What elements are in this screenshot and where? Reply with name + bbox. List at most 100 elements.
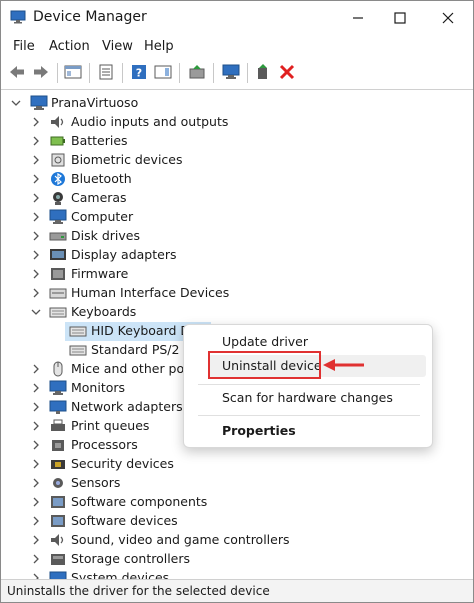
mouse-icon <box>53 361 63 377</box>
tree-item-label: Network adapters <box>71 399 183 414</box>
tree-category-item[interactable]: Bluetooth <box>1 170 473 189</box>
help-toolbar-button[interactable]: ? <box>129 62 149 82</box>
chevron-right-icon[interactable] <box>31 383 41 393</box>
chevron-right-icon[interactable] <box>31 516 41 526</box>
update-driver-icon <box>189 65 205 79</box>
menu-file[interactable]: File <box>13 39 35 54</box>
tree-category-item[interactable]: Batteries <box>1 132 473 151</box>
tree-category-item[interactable]: Computer <box>1 208 473 227</box>
minimize-button[interactable] <box>335 1 381 35</box>
chevron-right-icon[interactable] <box>31 174 41 184</box>
tree-item-label: Bluetooth <box>71 171 132 186</box>
uninstall-device-toolbar-button[interactable] <box>277 62 297 82</box>
menu-help[interactable]: Help <box>144 39 174 54</box>
tree-category-item[interactable]: Firmware <box>1 265 473 284</box>
tree-category-item[interactable]: Sound, video and game controllers <box>1 531 473 550</box>
scan-hardware-toolbar-button[interactable] <box>221 62 241 82</box>
action-pane-button[interactable] <box>153 62 173 82</box>
tree-category-item[interactable]: Security devices <box>1 455 473 474</box>
tree-item-label: Sensors <box>71 475 121 490</box>
tree-item-label: Security devices <box>71 456 174 471</box>
close-icon <box>442 12 454 24</box>
context-menu-update-driver[interactable]: Update driver <box>222 334 308 349</box>
chevron-down-icon[interactable] <box>11 98 21 108</box>
chevron-right-icon[interactable] <box>31 554 41 564</box>
console-tree-icon <box>64 65 82 79</box>
tree-category-item[interactable]: Keyboards <box>1 303 473 322</box>
monitor-icon <box>49 380 67 395</box>
close-button[interactable] <box>425 1 471 35</box>
chevron-right-icon[interactable] <box>31 459 41 469</box>
security-icon <box>51 460 65 469</box>
chevron-right-icon[interactable] <box>31 440 41 450</box>
tree-category-item[interactable]: Audio inputs and outputs <box>1 113 473 132</box>
minimize-icon <box>353 17 363 19</box>
properties-toolbar-button[interactable] <box>96 62 116 82</box>
sensor-icon <box>53 478 63 488</box>
tree-item-label: Print queues <box>71 418 150 433</box>
keyboard-icon <box>69 326 87 337</box>
monitor-icon <box>49 209 67 224</box>
chevron-right-icon[interactable] <box>31 193 41 203</box>
firmware-icon <box>51 268 65 280</box>
chevron-right-icon[interactable] <box>31 288 41 298</box>
tree-category-item[interactable]: Human Interface Devices <box>1 284 473 303</box>
chevron-right-icon[interactable] <box>31 421 41 431</box>
chevron-right-icon[interactable] <box>31 231 41 241</box>
enable-device-toolbar-button[interactable] <box>253 62 273 82</box>
chevron-right-icon[interactable] <box>31 535 41 545</box>
processor-icon <box>52 440 64 451</box>
display-adapter-icon <box>50 249 66 260</box>
tree-category-item[interactable]: Display adapters <box>1 246 473 265</box>
tree-item-label: Computer <box>71 209 134 224</box>
tree-category-item[interactable]: Software devices <box>1 512 473 531</box>
chevron-right-icon[interactable] <box>31 269 41 279</box>
storage-icon <box>51 554 65 565</box>
chevron-right-icon[interactable] <box>31 155 41 165</box>
speaker-icon <box>51 116 64 128</box>
tree-category-item[interactable]: Biometric devices <box>1 151 473 170</box>
tree-item-label: Batteries <box>71 133 128 148</box>
context-menu-separator <box>198 384 420 385</box>
tree-category-item[interactable]: Software components <box>1 493 473 512</box>
update-driver-toolbar-button[interactable] <box>187 62 207 82</box>
title-bar: Device Manager <box>1 1 473 35</box>
arrow-right-icon <box>34 66 48 78</box>
fingerprint-icon <box>51 153 65 167</box>
window-title: Device Manager <box>33 9 147 25</box>
chevron-right-icon[interactable] <box>31 478 41 488</box>
show-hide-console-tree-button[interactable] <box>63 62 83 82</box>
forward-button[interactable] <box>31 62 51 82</box>
chevron-right-icon[interactable] <box>31 117 41 127</box>
chevron-right-icon[interactable] <box>31 402 41 412</box>
red-x-icon <box>279 64 295 80</box>
chevron-right-icon[interactable] <box>31 364 41 374</box>
device-manager-window: Device Manager File Action View Help ? P… <box>0 0 474 603</box>
back-button[interactable] <box>7 62 27 82</box>
camera-icon <box>53 192 63 205</box>
speaker-icon <box>51 534 64 546</box>
chevron-right-icon[interactable] <box>31 212 41 222</box>
tree-root[interactable]: PranaVirtuoso <box>1 94 473 113</box>
chevron-right-icon[interactable] <box>31 136 41 146</box>
bluetooth-icon <box>51 172 65 186</box>
context-menu-properties[interactable]: Properties <box>222 423 296 438</box>
tree-category-item[interactable]: Storage controllers <box>1 550 473 569</box>
context-menu-scan-hardware[interactable]: Scan for hardware changes <box>222 390 393 405</box>
chevron-right-icon[interactable] <box>31 250 41 260</box>
tree-item-label: Storage controllers <box>71 551 191 566</box>
properties-sheet-icon <box>99 64 113 80</box>
tree-item-label: Software components <box>71 494 208 509</box>
network-icon <box>49 400 67 414</box>
menu-action[interactable]: Action <box>49 39 90 54</box>
status-text: Uninstalls the driver for the selected d… <box>7 584 270 598</box>
tree-category-item[interactable]: Disk drives <box>1 227 473 246</box>
menu-view[interactable]: View <box>102 39 133 54</box>
toolbar-separator <box>89 63 90 83</box>
chevron-right-icon[interactable] <box>31 497 41 507</box>
maximize-button[interactable] <box>377 1 423 35</box>
tree-category-item[interactable]: Cameras <box>1 189 473 208</box>
tree-category-item[interactable]: Sensors <box>1 474 473 493</box>
chevron-down-icon[interactable] <box>31 307 41 317</box>
tree-item-label: Firmware <box>71 266 129 281</box>
